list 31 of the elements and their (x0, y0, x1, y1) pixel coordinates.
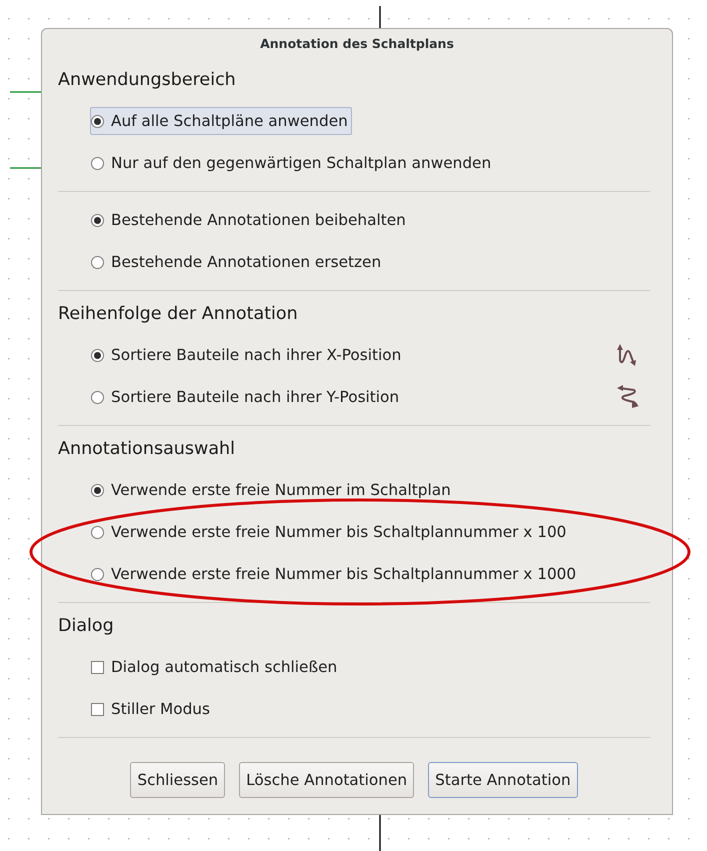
radio-label: Verwende erste freie Nummer bis Schaltplannummer x 100 (111, 522, 566, 543)
radio-button[interactable] (91, 568, 104, 580)
dialog-button[interactable]: Lösche Annotationen (239, 762, 414, 798)
radio-button[interactable] (91, 214, 104, 226)
checkbox-label: Dialog automatisch schließen (111, 656, 338, 678)
dialog-button[interactable]: Schliessen (130, 762, 226, 798)
section-heading: Annotationsauswahl (58, 438, 236, 461)
radio-label: Bestehende Annotationen beibehalten (111, 210, 406, 231)
window-title: Annotation des Schaltplans (259, 35, 455, 53)
radio-label: Verwende erste freie Nummer im Schaltplan (111, 480, 451, 501)
radio-label: Bestehende Annotationen ersetzen (111, 252, 382, 273)
radio-button[interactable] (91, 348, 104, 362)
radio-label: Verwende erste freie Nummer bis Schaltplannummer x 1000 (111, 564, 576, 585)
radio-label: Auf alle Schaltpläne anwenden (111, 110, 348, 132)
checkbox-label: Stiller Modus (111, 698, 210, 720)
radio-button[interactable] (91, 114, 104, 128)
section-heading: Anwendungsbereich (58, 69, 237, 92)
checkbox[interactable] (91, 702, 104, 716)
radio-button[interactable] (91, 390, 104, 404)
section-heading: Dialog (58, 615, 115, 638)
radio-label: Sortiere Bauteile nach ihrer X-Position (111, 344, 402, 366)
radio-label: Nur auf den gegenwärtigen Schaltplan anwenden (111, 152, 492, 174)
dialog-button[interactable]: Starte Annotation (428, 762, 578, 798)
radio-button[interactable] (91, 156, 104, 170)
radio-button[interactable] (91, 484, 104, 496)
radio-button[interactable] (91, 256, 104, 268)
section-heading: Reihenfolge der Annotation (58, 303, 299, 326)
radio-label: Sortiere Bauteile nach ihrer Y-Position (111, 386, 400, 408)
zigzag-right-arrow-icon (616, 384, 640, 410)
radio-button[interactable] (91, 526, 104, 538)
checkbox[interactable] (91, 660, 104, 674)
